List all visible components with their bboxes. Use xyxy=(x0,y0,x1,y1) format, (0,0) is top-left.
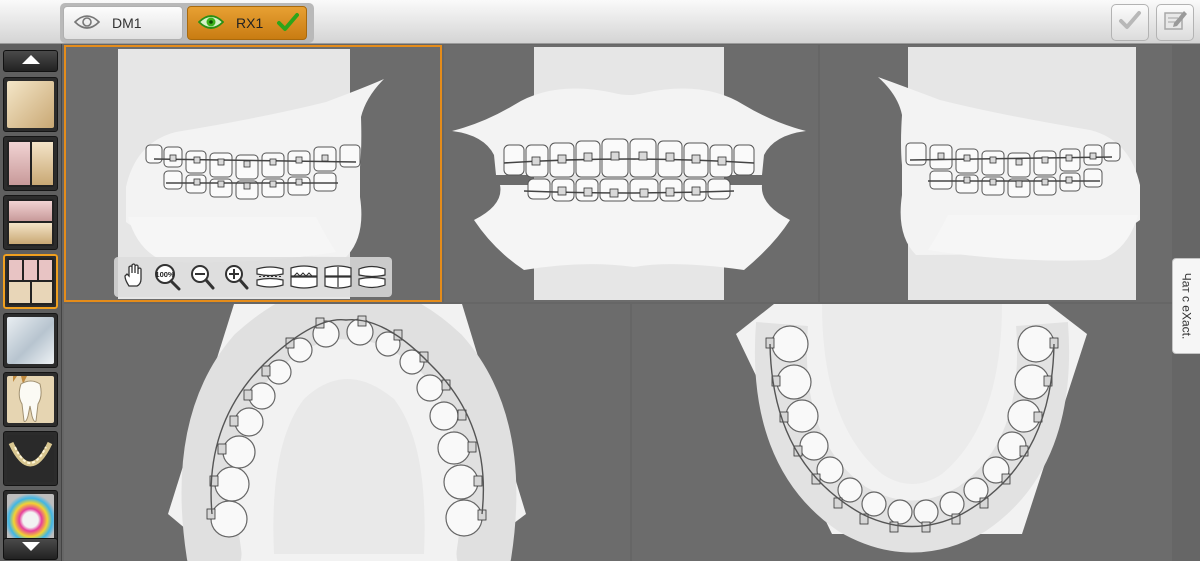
zoom-out-icon xyxy=(191,265,215,290)
eye-icon[interactable] xyxy=(197,13,225,34)
chat-label: Чат с eXact. xyxy=(1179,272,1194,340)
zoom-out-button[interactable] xyxy=(186,261,218,293)
chat-tab[interactable]: Чат с eXact. xyxy=(1172,258,1200,354)
layout-single-icon xyxy=(7,81,54,128)
sidebar-item-color-map[interactable] xyxy=(3,490,58,545)
arrow-down-icon xyxy=(20,540,42,558)
open-bite-button[interactable] xyxy=(254,261,286,293)
sidebar-item-panoramic[interactable] xyxy=(3,431,58,486)
jaws-closed-button[interactable] xyxy=(288,261,320,293)
top-bar: DM1 RX1 xyxy=(0,0,1200,44)
color-map-icon xyxy=(7,494,54,541)
tooth-icon xyxy=(7,376,54,423)
dental-model-lower-arch xyxy=(736,304,1087,553)
open-bite-view-icon xyxy=(256,266,284,288)
sidebar-item-tooth[interactable] xyxy=(3,372,58,427)
check-icon xyxy=(277,12,300,35)
layout-two-rows-icon xyxy=(7,199,54,246)
zoom-100-button[interactable]: 100% xyxy=(152,261,184,293)
sidebar-item-single-view[interactable] xyxy=(3,77,58,132)
arrow-up-icon xyxy=(20,52,42,70)
eye-icon[interactable] xyxy=(73,13,101,34)
viewport-frontal[interactable] xyxy=(444,45,818,302)
jaws-side-icon xyxy=(324,265,352,289)
viewport-left-buccal[interactable] xyxy=(820,45,1172,302)
scroll-up-button[interactable] xyxy=(3,50,58,72)
tab-label: DM1 xyxy=(112,15,142,31)
glass-view-icon xyxy=(7,317,54,364)
layout-two-columns-icon xyxy=(7,140,54,187)
view-sidebar xyxy=(0,44,62,561)
dental-model-upper-arch xyxy=(168,304,526,561)
tab-dm1[interactable]: DM1 xyxy=(63,6,183,40)
viewport-maxillary-occlusal[interactable] xyxy=(64,304,630,561)
pan-hand-icon xyxy=(121,262,147,293)
panoramic-xray-icon xyxy=(7,435,54,482)
dental-model-left xyxy=(878,77,1140,261)
zoom-in-button[interactable] xyxy=(220,261,252,293)
viewport-right-buccal[interactable]: 100% xyxy=(64,45,442,302)
jaws-closed-icon xyxy=(290,265,318,289)
jaws-front-icon xyxy=(358,265,386,289)
tab-label: RX1 xyxy=(236,15,264,31)
jaws-front-button[interactable] xyxy=(356,261,388,293)
view-toolbar: 100% xyxy=(114,257,392,297)
confirm-button[interactable] xyxy=(1111,4,1149,41)
sidebar-item-five-views[interactable] xyxy=(3,254,58,309)
viewport-mandibular-occlusal[interactable] xyxy=(632,304,1172,561)
jaws-side-button[interactable] xyxy=(322,261,354,293)
sidebar-item-glass[interactable] xyxy=(3,313,58,368)
pan-button[interactable] xyxy=(118,261,150,293)
zoom-in-icon xyxy=(225,265,249,290)
model-tabs: DM1 RX1 xyxy=(60,3,314,43)
layout-five-views-icon xyxy=(7,258,54,305)
zoom-100-label: 100% xyxy=(155,270,175,279)
tab-rx1[interactable]: RX1 xyxy=(187,6,307,40)
edit-note-icon xyxy=(1162,8,1188,37)
notes-button[interactable] xyxy=(1156,4,1194,41)
scroll-down-button[interactable] xyxy=(3,538,58,560)
dental-model-frontal xyxy=(452,88,806,270)
sidebar-item-two-columns[interactable] xyxy=(3,136,58,191)
zoom-100-icon: 100% xyxy=(155,264,181,291)
sidebar-item-two-rows[interactable] xyxy=(3,195,58,250)
check-icon xyxy=(1118,9,1142,36)
